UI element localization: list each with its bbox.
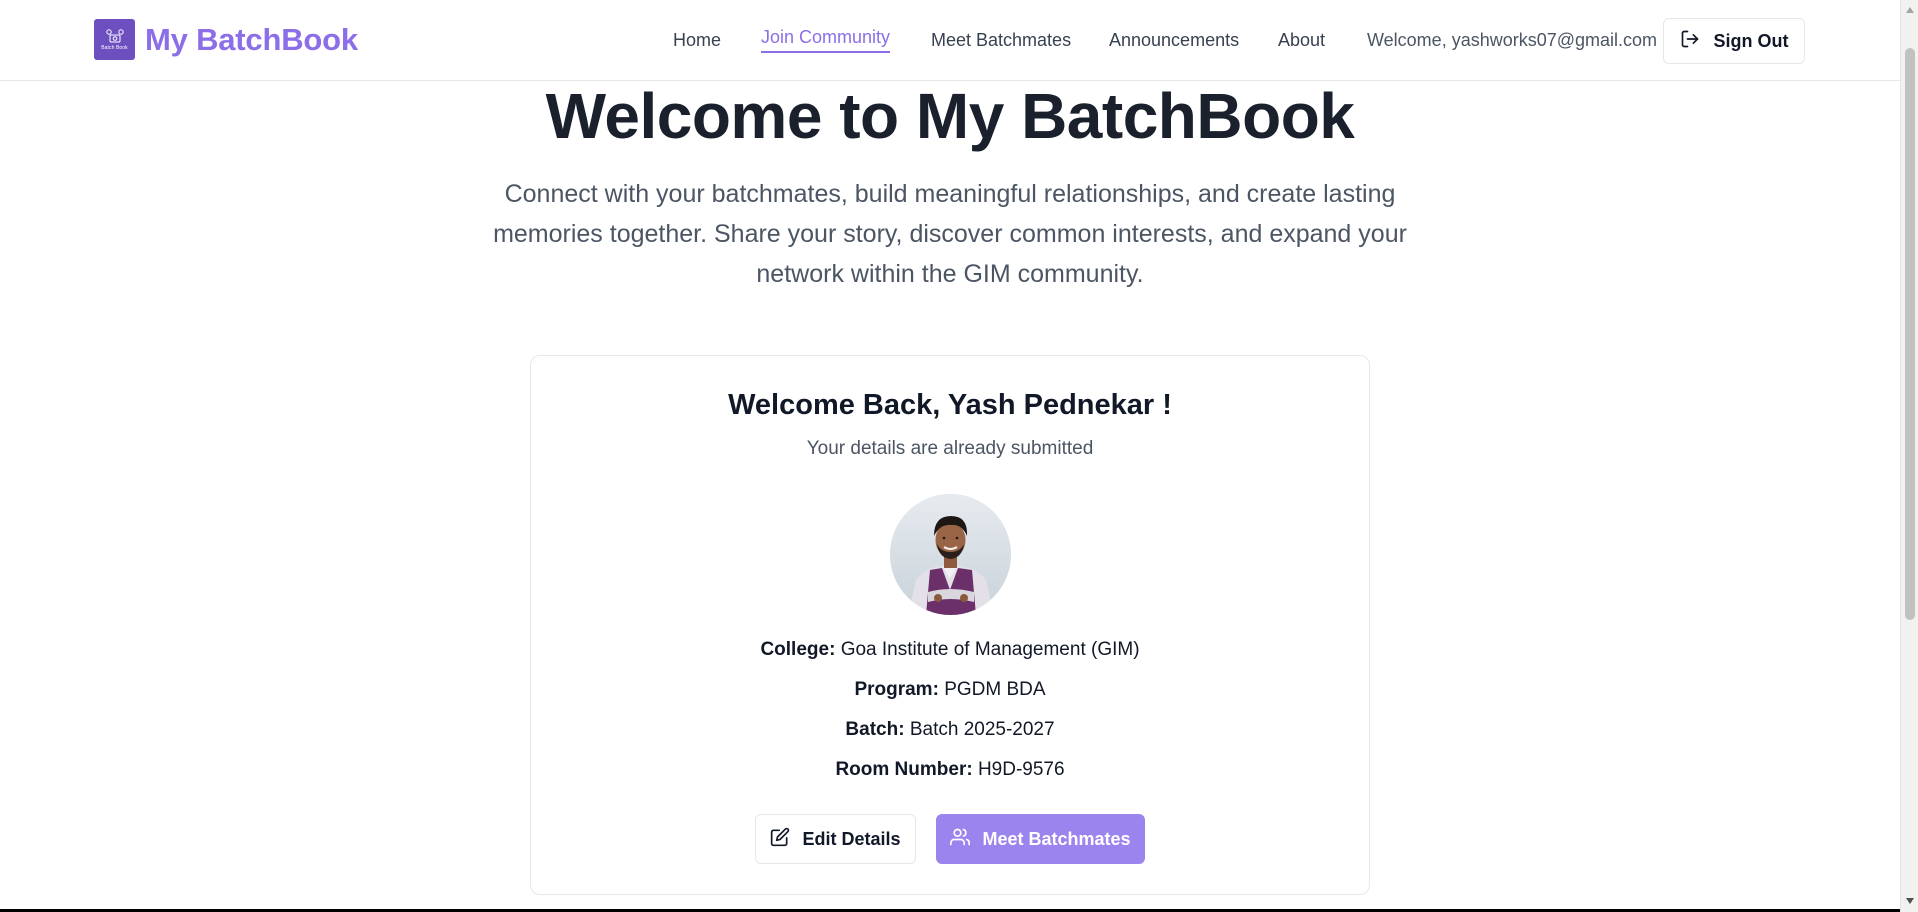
card-actions: Edit Details Meet Batchmates bbox=[531, 814, 1369, 864]
meet-batchmates-button[interactable]: Meet Batchmates bbox=[936, 814, 1145, 864]
nav-announcements[interactable]: Announcements bbox=[1109, 30, 1239, 51]
room-number-label: Room Number: bbox=[835, 759, 973, 780]
edit-icon bbox=[770, 827, 790, 852]
nav-home[interactable]: Home bbox=[673, 30, 721, 51]
nav-meet-batchmates[interactable]: Meet Batchmates bbox=[931, 30, 1071, 51]
brand-name: My BatchBook bbox=[145, 21, 358, 57]
profile-avatar bbox=[890, 494, 1011, 615]
sign-out-icon bbox=[1680, 29, 1700, 54]
nav-about[interactable]: About bbox=[1278, 30, 1325, 51]
batch-label: Batch: bbox=[845, 719, 905, 740]
meet-batchmates-label: Meet Batchmates bbox=[982, 828, 1131, 849]
scrollbar-thumb[interactable] bbox=[1905, 48, 1915, 620]
welcome-user-text: Welcome, yashworks07@gmail.com bbox=[1367, 30, 1658, 50]
detail-program: Program: PGDM BDA bbox=[531, 679, 1369, 701]
top-navbar: Batch Book My BatchBook Home Join Commun… bbox=[0, 0, 1900, 81]
scroll-up-arrow-icon[interactable] bbox=[1901, 2, 1918, 18]
card-subtitle: Your details are already submitted bbox=[806, 438, 1094, 459]
sign-out-button[interactable]: Sign Out bbox=[1663, 18, 1805, 64]
room-number-value: H9D-9576 bbox=[977, 759, 1065, 780]
page-title: Welcome to My BatchBook bbox=[545, 80, 1355, 152]
program-value: PGDM BDA bbox=[944, 679, 1046, 700]
page: Batch Book My BatchBook Home Join Commun… bbox=[0, 0, 1918, 912]
college-value: Goa Institute of Management (GIM) bbox=[840, 639, 1140, 660]
program-label: Program: bbox=[854, 679, 939, 700]
subtitle-line-1: Connect with your batchmates, build mean… bbox=[504, 180, 1396, 208]
batch-value: Batch 2025-2027 bbox=[909, 719, 1055, 740]
college-label: College: bbox=[760, 639, 836, 660]
detail-room-number: Room Number: H9D-9576 bbox=[531, 759, 1369, 781]
detail-college: College: Goa Institute of Management (GI… bbox=[531, 639, 1369, 661]
scroll-down-arrow-icon[interactable] bbox=[1901, 893, 1918, 909]
detail-batch: Batch: Batch 2025-2027 bbox=[531, 719, 1369, 741]
subtitle-line-3: network within the GIM community. bbox=[756, 260, 1144, 288]
page-subtitle: Connect with your batchmates, build mean… bbox=[480, 174, 1420, 294]
profile-card: Welcome Back, Yash Pednekar ! Your detai… bbox=[530, 355, 1370, 895]
brand-logo-link[interactable]: Batch Book My BatchBook bbox=[94, 19, 358, 60]
edit-details-button[interactable]: Edit Details bbox=[755, 814, 916, 864]
vertical-scrollbar[interactable] bbox=[1900, 0, 1918, 912]
card-title: Welcome Back, Yash Pednekar ! bbox=[728, 389, 1172, 421]
logo-caption: Batch Book bbox=[101, 45, 128, 51]
nav-join-community[interactable]: Join Community bbox=[761, 27, 891, 53]
sign-out-label: Sign Out bbox=[1713, 30, 1789, 51]
users-icon bbox=[950, 827, 971, 852]
batchbook-logo-icon: Batch Book bbox=[94, 19, 135, 60]
edit-details-label: Edit Details bbox=[802, 828, 901, 849]
subtitle-line-2: memories together. Share your story, dis… bbox=[493, 220, 1407, 248]
